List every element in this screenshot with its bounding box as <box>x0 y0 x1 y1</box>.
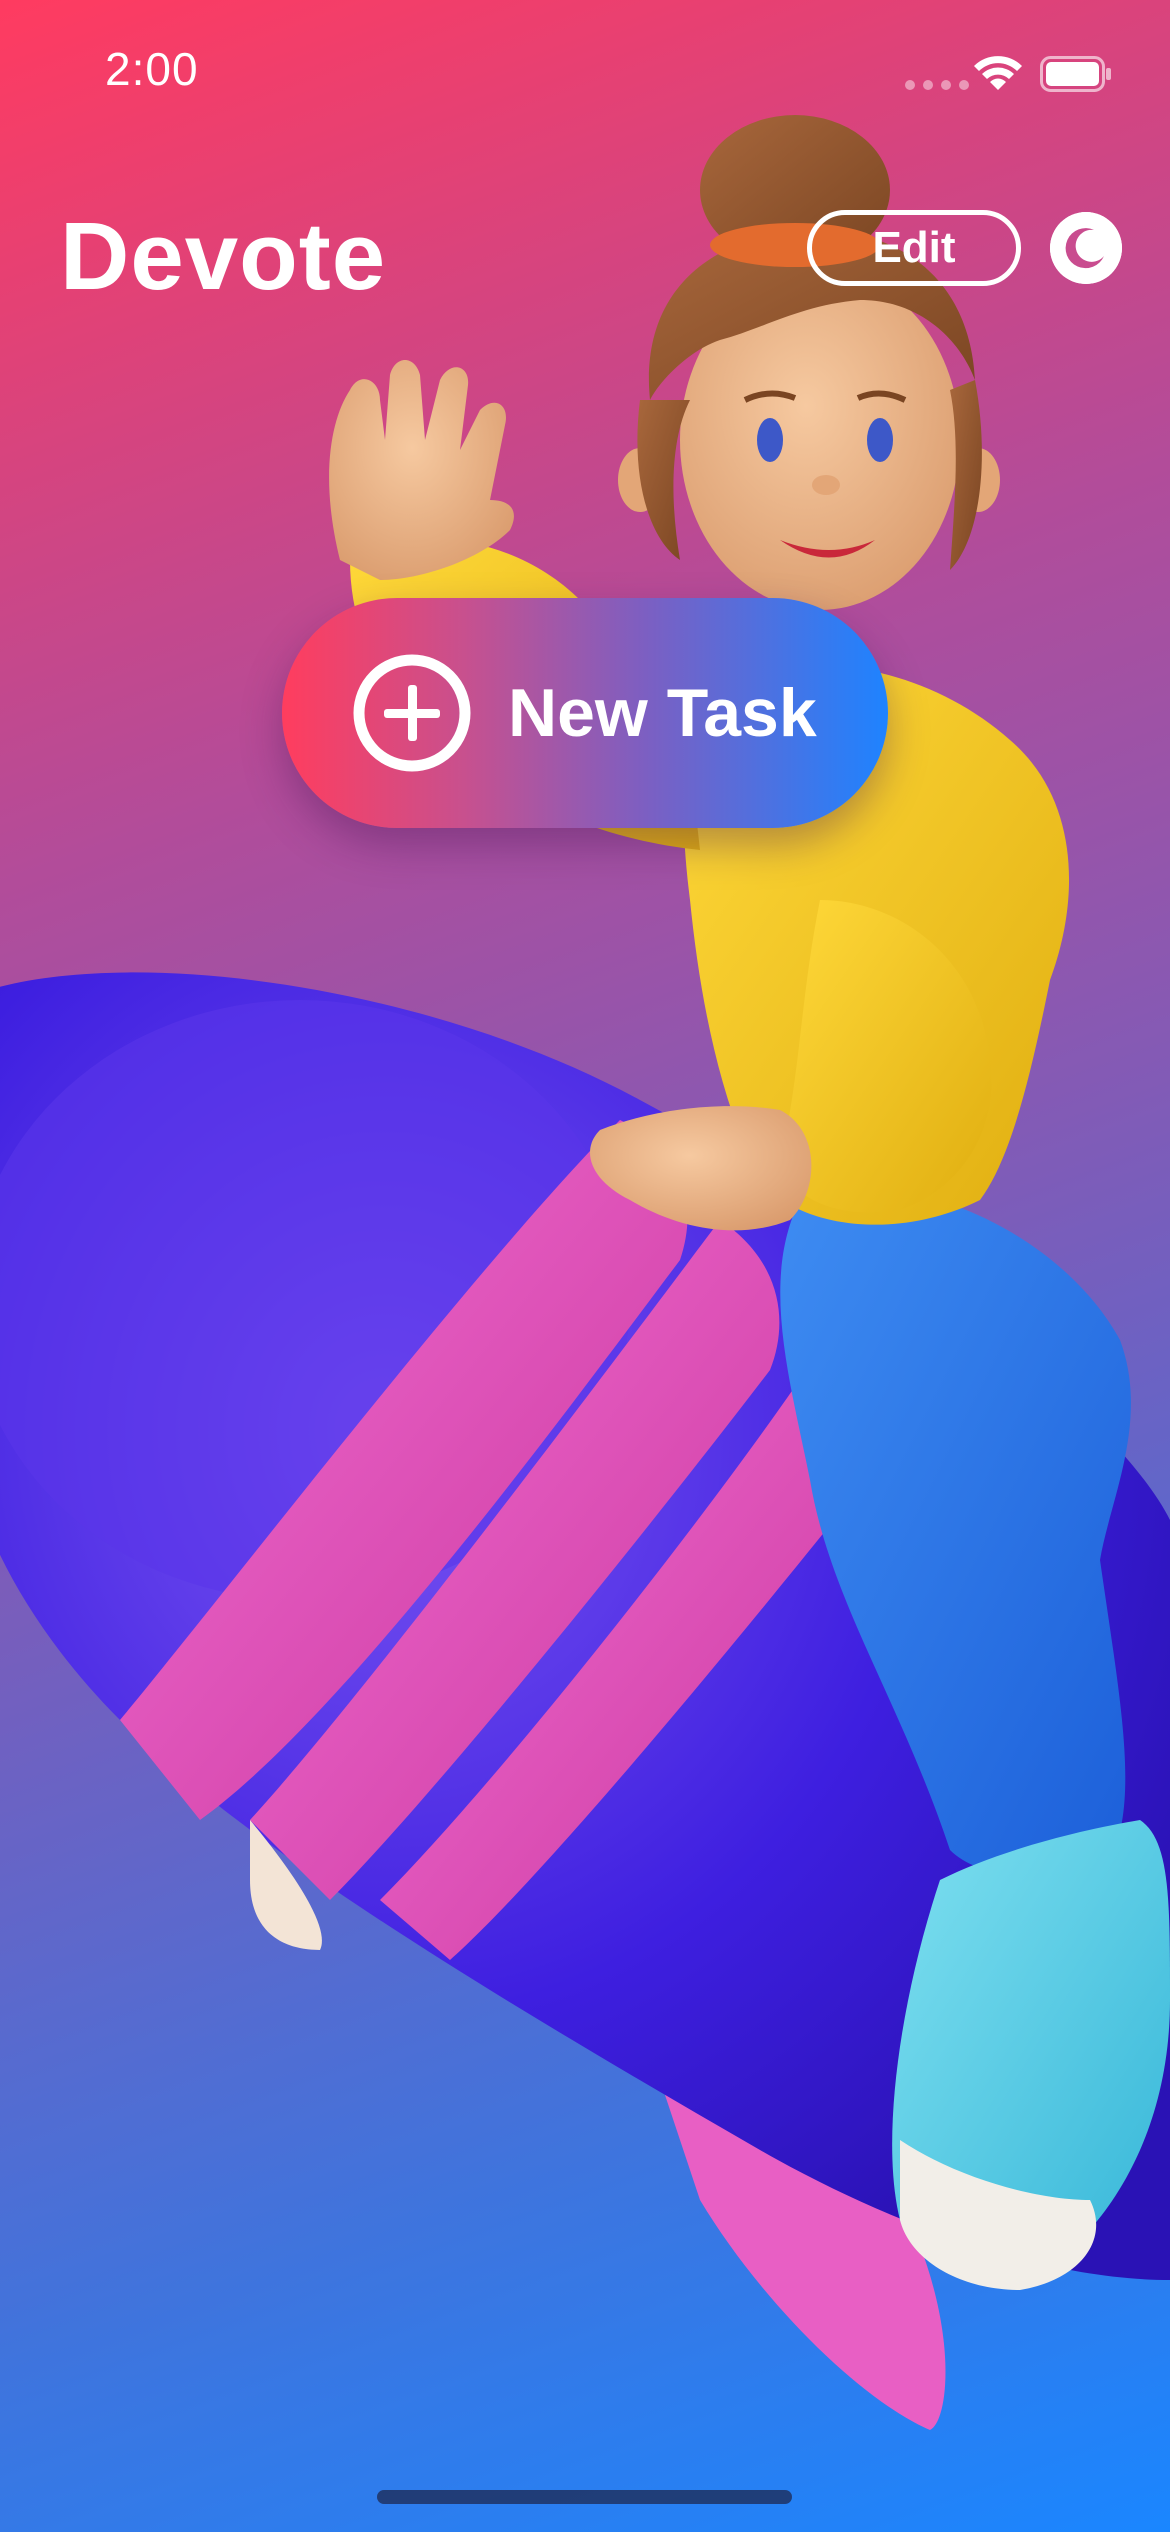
signal-icon <box>905 80 969 90</box>
status-bar: 2:00 <box>0 0 1170 140</box>
status-time: 2:00 <box>105 43 199 95</box>
edit-button[interactable]: Edit <box>807 210 1021 286</box>
battery-icon <box>1040 56 1111 92</box>
home-indicator[interactable] <box>377 2490 792 2504</box>
navigation-header: Devote Edit <box>0 180 1170 320</box>
moon-icon <box>1050 212 1122 284</box>
new-task-label: New Task <box>508 675 817 751</box>
wifi-icon <box>974 56 1022 90</box>
character-rocket-illustration <box>0 115 1170 2430</box>
page-title: Devote <box>60 203 387 310</box>
appearance-toggle-button[interactable] <box>1050 212 1122 284</box>
plus-circle-icon <box>353 654 471 772</box>
new-task-button[interactable]: New Task <box>282 598 888 828</box>
